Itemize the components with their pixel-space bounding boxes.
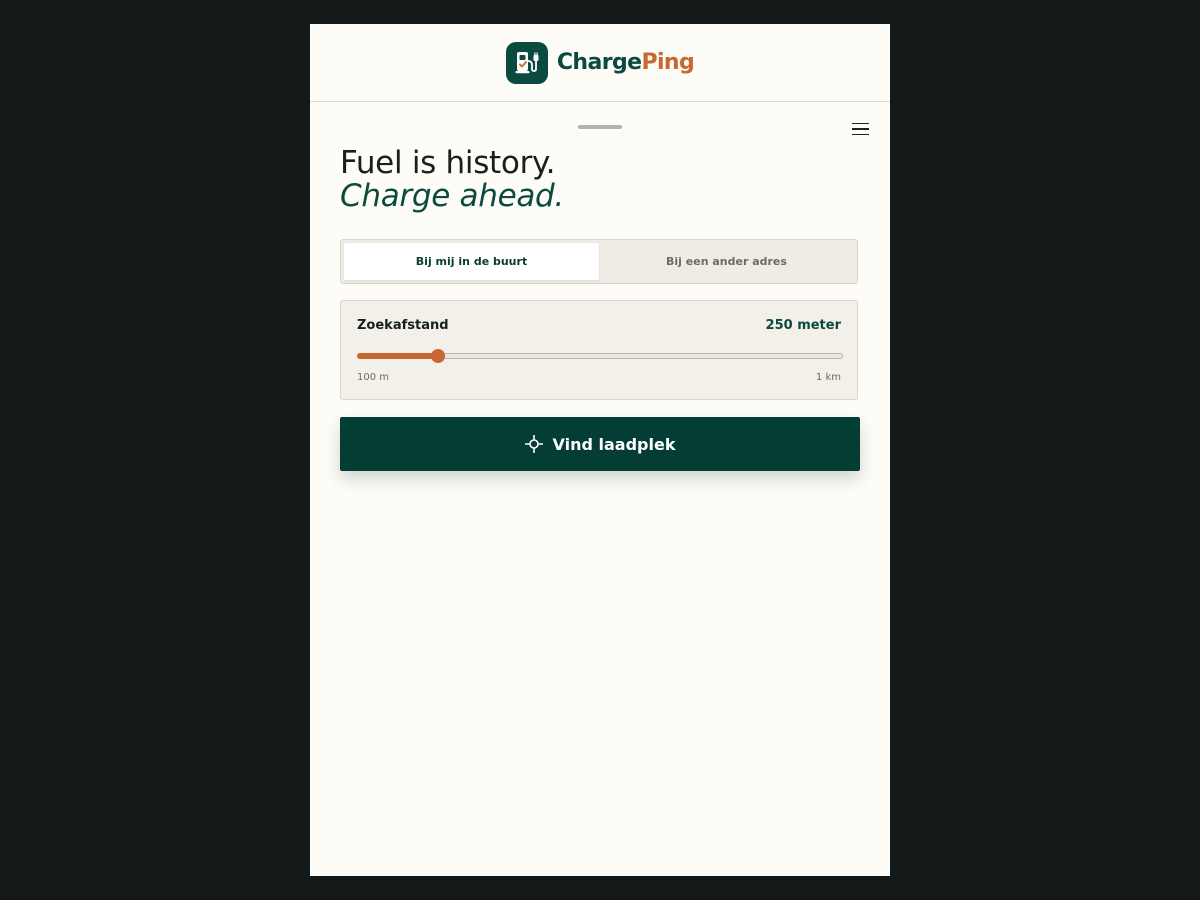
hero-line-2: Charge ahead.: [340, 178, 564, 214]
brand-name-part2: Ping: [641, 50, 695, 75]
find-charging-spot-label: Vind laadplek: [552, 434, 676, 454]
sheet-drag-handle[interactable]: [578, 125, 622, 129]
brand-name-part1: Charge: [556, 50, 642, 75]
search-distance-slider[interactable]: [357, 349, 843, 363]
location-mode-tabs: Bij mij in de buurt Bij een ander adres: [340, 239, 858, 284]
search-distance-value: 250 meter: [765, 318, 841, 333]
tab-other-address[interactable]: Bij een ander adres: [599, 243, 854, 280]
app-header: ChargePing: [310, 24, 890, 102]
crosshair-locate-icon: [524, 435, 543, 453]
slider-max-label: 1 km: [815, 372, 841, 383]
hero-heading: Fuel is history. Charge ahead.: [340, 146, 564, 212]
slider-min-label: 100 m: [357, 372, 390, 383]
search-distance-label: Zoekafstand: [357, 318, 449, 333]
find-charging-spot-button[interactable]: Vind laadplek: [340, 417, 860, 471]
app-screen: ChargePing Fuel is history. Charge ahead…: [310, 24, 890, 876]
charging-station-icon: [505, 41, 548, 84]
slider-thumb[interactable]: [430, 349, 445, 363]
hamburger-menu-icon[interactable]: [852, 120, 872, 138]
search-distance-card: Zoekafstand 250 meter 100 m 1 km: [340, 300, 858, 400]
slider-fill: [357, 353, 438, 359]
hero-line-1: Fuel is history.: [340, 145, 556, 181]
menu-line: [852, 122, 869, 125]
brand-name: ChargePing: [556, 50, 695, 75]
menu-line: [852, 133, 869, 136]
menu-line: [852, 128, 869, 130]
tab-nearby[interactable]: Bij mij in de buurt: [344, 243, 599, 280]
brand-logo[interactable]: ChargePing: [505, 41, 695, 84]
